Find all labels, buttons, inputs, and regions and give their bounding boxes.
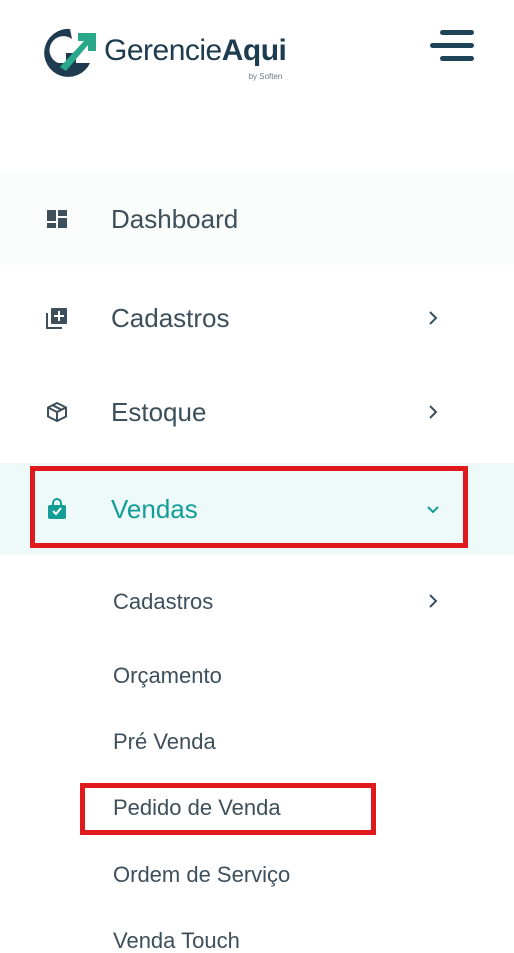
- hamburger-icon[interactable]: [430, 26, 474, 66]
- menu-label: Cadastros: [111, 302, 230, 333]
- hamburger-bar: [430, 43, 474, 48]
- submenu-item-venda-touch[interactable]: Venda Touch: [113, 928, 240, 953]
- package-icon: [47, 402, 67, 422]
- submenu-item-orcamento[interactable]: Orçamento: [113, 663, 222, 689]
- menu-label: Dashboard: [111, 203, 239, 234]
- brand-logo[interactable]: GerencieAqui by Soften: [40, 16, 287, 86]
- submenu-item-pre-venda[interactable]: Pré Venda: [113, 729, 216, 755]
- menu-item-dashboard[interactable]: Dashboard: [0, 173, 514, 265]
- chevron-down-icon: [427, 506, 439, 514]
- menu-label: Vendas: [111, 493, 198, 524]
- chevron-right-icon: [429, 311, 438, 325]
- submenu-item-cadastros[interactable]: Cadastros: [113, 589, 213, 615]
- dashboard-icon: [47, 210, 67, 228]
- sidebar: GerencieAqui by Soften Dashboard Cadastr…: [0, 0, 514, 953]
- menu-label: Estoque: [111, 396, 207, 427]
- gerencieaqui-logo-icon: [44, 28, 96, 77]
- hamburger-bar: [440, 56, 474, 61]
- brand-name-bold: Aqui: [221, 34, 287, 67]
- brand-name-light: Gerencie: [104, 34, 222, 67]
- add-box-icon: [46, 308, 67, 329]
- menu-item-vendas[interactable]: Vendas: [0, 463, 514, 555]
- brand-tagline: by Soften: [248, 72, 283, 81]
- menu-item-cadastros[interactable]: Cadastros: [0, 272, 514, 364]
- chevron-right-icon: [429, 594, 438, 608]
- submenu-item-pedido-de-venda[interactable]: Pedido de Venda: [113, 795, 281, 821]
- hamburger-bar: [440, 30, 474, 35]
- menu-item-estoque[interactable]: Estoque: [0, 366, 514, 458]
- shopping-bag-icon: [48, 498, 66, 519]
- chevron-right-icon: [429, 405, 438, 419]
- brand-name: GerencieAqui by Soften: [104, 34, 287, 81]
- submenu-item-ordem-de-servico[interactable]: Ordem de Serviço: [113, 862, 290, 888]
